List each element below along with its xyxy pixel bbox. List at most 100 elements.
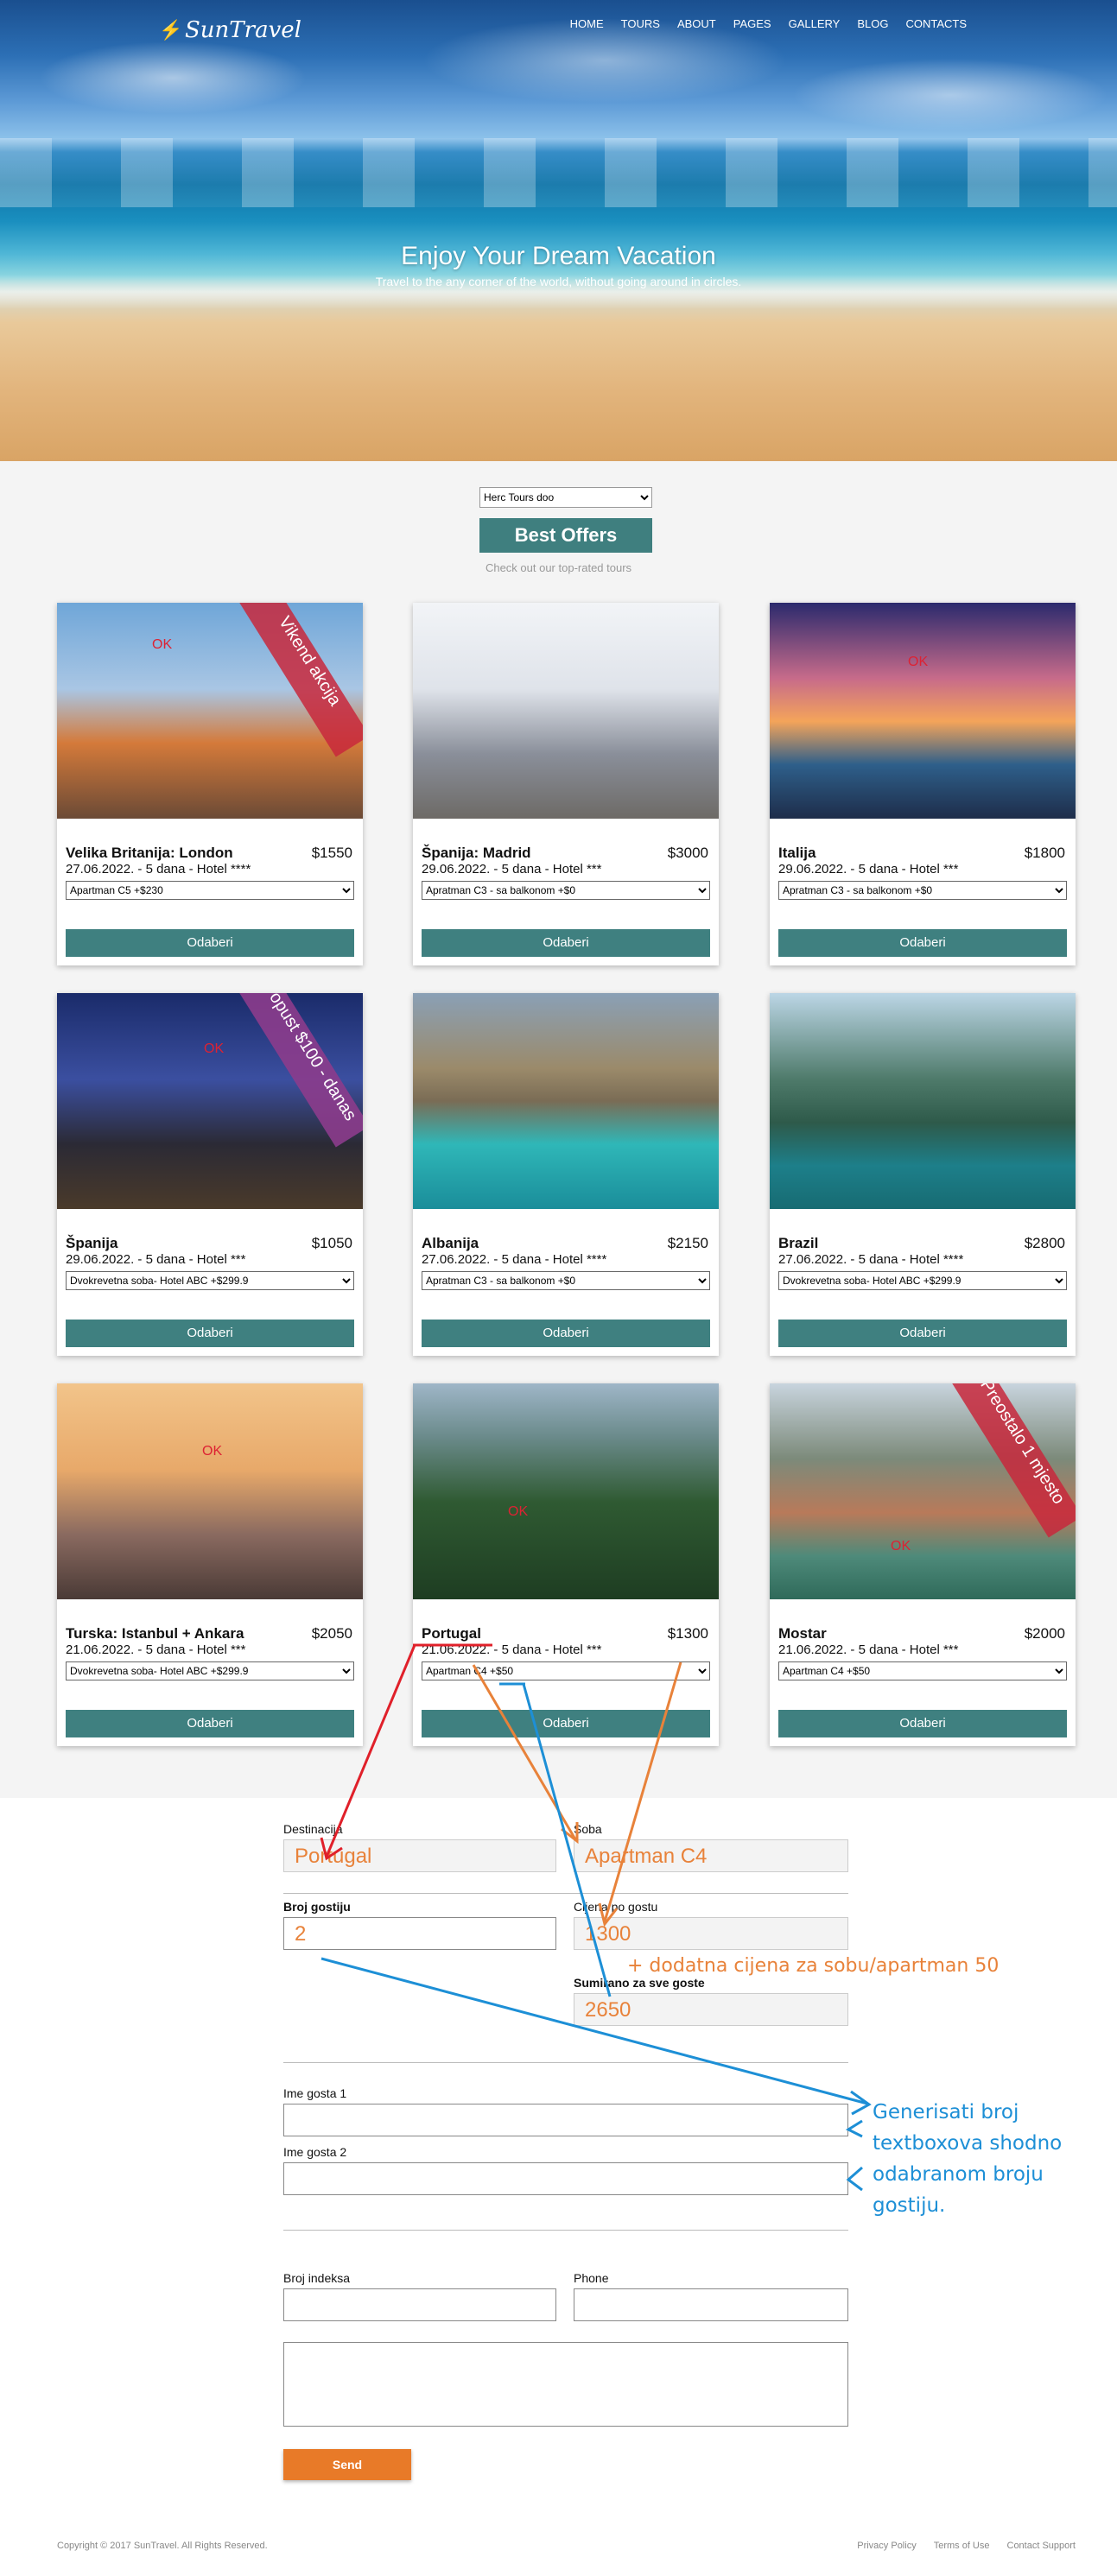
offer-card[interactable]: Albanija $2150 27.06.2022. - 5 dana - Hote… [413, 993, 719, 1356]
offer-card[interactable]: OK Italija $1800 29.06.2022. - 5 dana - Hot… [770, 603, 1076, 965]
guests-field[interactable]: 2 [283, 1917, 556, 1950]
offer-card[interactable]: Brazil $2800 27.06.2022. - 5 dana - Hotel … [770, 993, 1076, 1356]
nav-pages[interactable]: PAGES [733, 17, 771, 30]
phone-input[interactable] [574, 2288, 848, 2321]
annotation-note: Generisati broj textboxova shodno odabra… [873, 2097, 1062, 2221]
ok-annotation: OK [152, 637, 173, 652]
nav-home[interactable]: HOME [570, 17, 604, 30]
room-select[interactable]: Apartman C4 +$50 [422, 1661, 710, 1680]
offer-image [413, 603, 719, 819]
room-select[interactable]: Apartman C4 +$50 [778, 1661, 1067, 1680]
select-offer-button[interactable]: Odaberi [66, 1710, 354, 1737]
select-offer-button[interactable]: Odaberi [778, 1710, 1067, 1737]
nav-about[interactable]: ABOUT [677, 17, 716, 30]
offer-card[interactable]: OK Preostalo 1 mjesto Mostar $2000 21.06.202… [770, 1383, 1076, 1746]
offer-dates: 27.06.2022. - 5 dana - Hotel **** [778, 1252, 964, 1267]
offer-image: OK Vikend akcija [57, 603, 363, 819]
destination-label: Destinacija [283, 1822, 343, 1836]
offer-card[interactable]: OK Vikend akcija Velika Britanija: London $… [57, 603, 363, 965]
total-field[interactable]: 2650 [574, 1993, 848, 2026]
offer-name: Španija: Madrid [422, 845, 531, 861]
agency-select[interactable]: Herc Tours doo [479, 487, 652, 508]
offer-name: Portugal [422, 1625, 481, 1642]
select-offer-button[interactable]: Odaberi [778, 1320, 1067, 1347]
room-select[interactable]: Apratman C3 - sa balkonom +$0 [422, 881, 710, 900]
total-label: Sumirano za sve goste [574, 1976, 705, 1990]
offer-name: Španija [66, 1235, 118, 1251]
privacy-link[interactable]: Privacy Policy [857, 2541, 916, 2551]
booking-form: Destinacija Portugal Soba Apartman C4 Br… [0, 1798, 1117, 2541]
room-field[interactable]: Apartman C4 [574, 1839, 848, 1872]
logo-text: SunTravel [185, 17, 301, 43]
promo-badge: Popust $100 - danas [235, 993, 363, 1148]
offer-name: Turska: Istanbul + Ankara [66, 1625, 244, 1642]
message-textarea[interactable] [283, 2342, 848, 2427]
offer-name: Albanija [422, 1235, 479, 1251]
offer-image [413, 993, 719, 1209]
room-select[interactable]: Apartman C5 +$230 [66, 881, 354, 900]
best-offers-heading: Best Offers [479, 518, 652, 553]
room-select[interactable]: Apratman C3 - sa balkonom +$0 [422, 1271, 710, 1290]
offer-card[interactable]: OK Portugal $1300 21.06.2022. - 5 dana - Ho… [413, 1383, 719, 1746]
hero-title: Enjoy Your Dream Vacation [401, 242, 716, 270]
price-per-guest-field[interactable]: 1300 [574, 1917, 848, 1950]
select-offer-button[interactable]: Odaberi [422, 1320, 710, 1347]
offer-price: $1550 [311, 845, 352, 861]
guest2-input[interactable] [283, 2162, 848, 2195]
send-button[interactable]: Send [283, 2449, 411, 2480]
extra-price-note: + dodatna cijena za sobu/apartman 50 [627, 1955, 1000, 1977]
phone-label: Phone [574, 2271, 609, 2285]
select-offer-button[interactable]: Odaberi [778, 929, 1067, 957]
guest1-input[interactable] [283, 2104, 848, 2136]
footer: Copyright © 2017 SunTravel. All Rights R… [0, 2541, 1117, 2576]
ok-annotation: OK [891, 1539, 911, 1554]
offer-dates: 29.06.2022. - 5 dana - Hotel *** [778, 862, 959, 877]
ok-annotation: OK [202, 1444, 223, 1459]
offer-image: OK Preostalo 1 mjesto [770, 1383, 1076, 1599]
offer-card[interactable]: OK Turska: Istanbul + Ankara $2050 21.06.20… [57, 1383, 363, 1746]
footer-links: Privacy Policy Terms of Use Contact Supp… [857, 2541, 1076, 2551]
room-select[interactable]: Apratman C3 - sa balkonom +$0 [778, 881, 1067, 900]
guest2-label: Ime gosta 2 [283, 2145, 347, 2159]
offer-dates: 29.06.2022. - 5 dana - Hotel *** [422, 862, 602, 877]
offer-price: $1050 [311, 1235, 352, 1251]
select-offer-button[interactable]: Odaberi [422, 929, 710, 957]
terms-link[interactable]: Terms of Use [934, 2541, 990, 2551]
index-label: Broj indeksa [283, 2271, 351, 2285]
index-input[interactable] [283, 2288, 556, 2321]
offer-card[interactable]: OK Popust $100 - danas Španija $1050 29.06.2… [57, 993, 363, 1356]
lightning-icon: ⚡ [159, 19, 183, 41]
support-link[interactable]: Contact Support [1007, 2541, 1076, 2551]
select-offer-button[interactable]: Odaberi [66, 1320, 354, 1347]
nav-gallery[interactable]: GALLERY [789, 17, 841, 30]
select-offer-button[interactable]: Odaberi [422, 1710, 710, 1737]
room-select[interactable]: Dvokrevetna soba- Hotel ABC +$299.9 [66, 1271, 354, 1290]
room-select[interactable]: Dvokrevetna soba- Hotel ABC +$299.9 [66, 1661, 354, 1680]
annotation-line: gostiju. [873, 2194, 946, 2217]
divider [283, 1893, 848, 1894]
price-per-guest-label: Cijena po gostu [574, 1900, 658, 1914]
nav-contacts[interactable]: CONTACTS [905, 17, 967, 30]
offer-image: OK Popust $100 - danas [57, 993, 363, 1209]
offer-dates: 21.06.2022. - 5 dana - Hotel *** [66, 1642, 246, 1657]
offer-name: Mostar [778, 1625, 827, 1642]
offer-image: OK [57, 1383, 363, 1599]
guest1-label: Ime gosta 1 [283, 2086, 347, 2100]
offer-price: $2150 [667, 1235, 708, 1251]
offer-card[interactable]: Španija: Madrid $3000 29.06.2022. - 5 dana… [413, 603, 719, 965]
offer-dates: 29.06.2022. - 5 dana - Hotel *** [66, 1252, 246, 1267]
nav-tours[interactable]: TOURS [621, 17, 660, 30]
nav-blog[interactable]: BLOG [857, 17, 888, 30]
offer-dates: 27.06.2022. - 5 dana - Hotel **** [66, 862, 251, 877]
annotation-line: Generisati broj [873, 2101, 1019, 2123]
destination-field[interactable]: Portugal [283, 1839, 556, 1872]
copyright: Copyright © 2017 SunTravel. All Rights R… [57, 2541, 268, 2551]
room-select[interactable]: Dvokrevetna soba- Hotel ABC +$299.9 [778, 1271, 1067, 1290]
offer-name: Velika Britanija: London [66, 845, 233, 861]
offer-dates: 27.06.2022. - 5 dana - Hotel **** [422, 1252, 607, 1267]
promo-badge: Vikend akcija [235, 603, 363, 757]
logo[interactable]: ⚡ SunTravel [159, 17, 301, 43]
ok-annotation: OK [908, 655, 929, 669]
select-offer-button[interactable]: Odaberi [66, 929, 354, 957]
divider [283, 2230, 848, 2231]
